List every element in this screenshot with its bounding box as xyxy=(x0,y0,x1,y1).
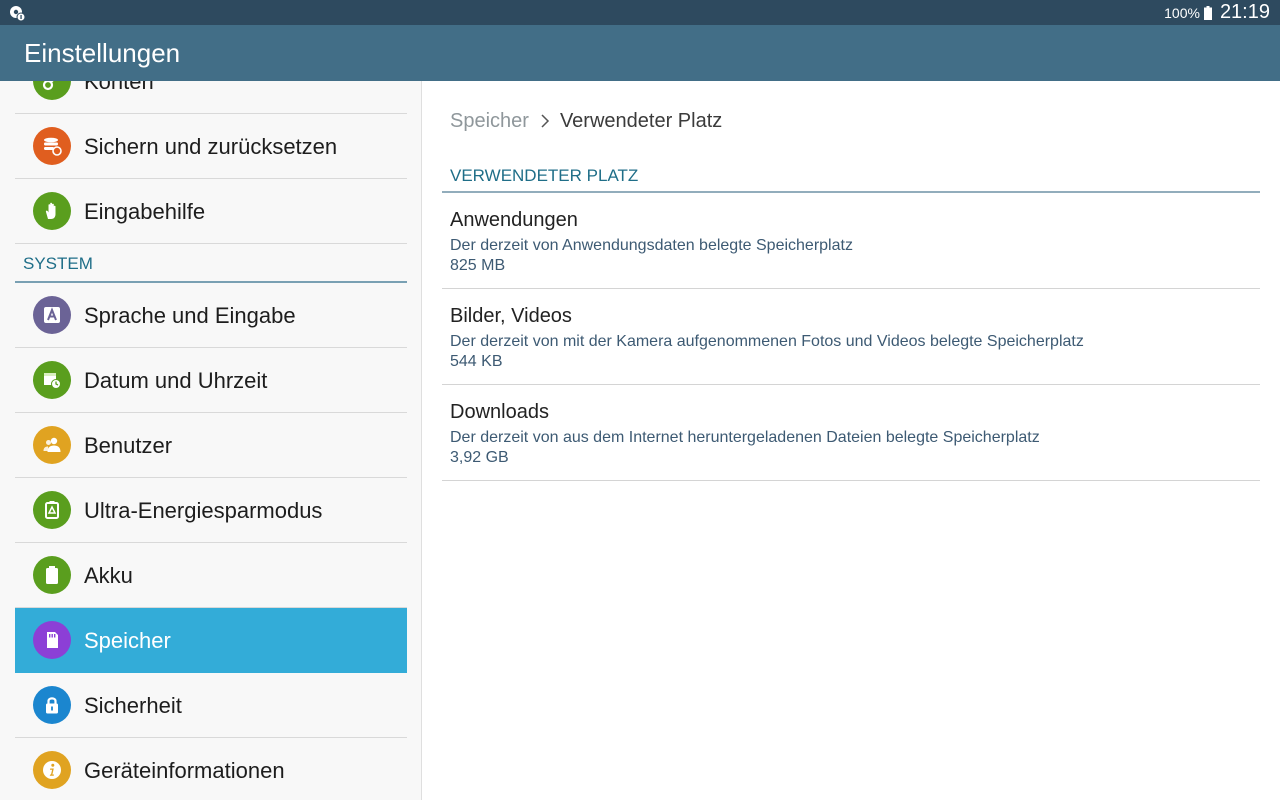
storage-usage-size: 825 MB xyxy=(450,257,506,274)
sidebar-item-label: Sicherheit xyxy=(84,693,182,718)
backup-icon xyxy=(33,127,71,165)
breadcrumb-current: Verwendeter Platz xyxy=(559,109,723,132)
storage-usage-item[interactable]: Downloads Der derzeit von aus dem Interne… xyxy=(442,385,1260,481)
sidebar-item-label: Akku xyxy=(84,563,133,588)
notification-icon xyxy=(10,6,25,21)
sidebar-item-label: Geräteinformationen xyxy=(84,758,285,783)
chevron-right-icon xyxy=(541,114,549,128)
sidebar-section-header: SYSTEM xyxy=(15,244,407,283)
section-header: VERWENDETER PLATZ xyxy=(442,165,1260,193)
calendar-clock-icon xyxy=(33,361,71,399)
storage-usage-size: 3,92 GB xyxy=(450,449,509,466)
sidebar-group-system: Sprache und Eingabe Datum und Uhrzeit Benu… xyxy=(0,283,421,800)
storage-usage-title: Bilder, Videos xyxy=(450,305,572,327)
battery-icon xyxy=(33,556,71,594)
sidebar-item-speicher[interactable]: Speicher xyxy=(15,608,407,673)
sidebar-item-label: Eingabehilfe xyxy=(84,199,206,224)
status-clock: 21:19 xyxy=(1219,1,1270,23)
app-title: Einstellungen xyxy=(24,38,181,68)
sidebar-item-sicherheit[interactable]: Sicherheit xyxy=(15,673,407,738)
sidebar-item-label: Benutzer xyxy=(84,433,173,458)
section-title: VERWENDETER PLATZ xyxy=(450,166,639,185)
storage-usage-item[interactable]: Anwendungen Der derzeit von Anwendungsdat… xyxy=(442,193,1260,289)
storage-usage-description: Der derzeit von Anwendungsdaten belegte … xyxy=(450,237,853,254)
sidebar-group-accounts: Konten Sichern und zurücksetzen Eingabehil… xyxy=(0,81,421,244)
storage-usage-title: Downloads xyxy=(450,401,549,423)
hand-icon xyxy=(33,192,71,230)
storage-usage-item[interactable]: Bilder, Videos Der derzeit von mit der Ka… xyxy=(442,289,1260,385)
sidebar-item-label: Speicher xyxy=(84,628,171,653)
sidebar-list: Konten Sichern und zurücksetzen Eingabehil… xyxy=(0,81,421,800)
sidebar-item-sichern[interactable]: Sichern und zurücksetzen xyxy=(15,114,407,179)
sidebar-item-akku[interactable]: Akku xyxy=(15,543,407,608)
sd-card-icon xyxy=(33,621,71,659)
sidebar-section-title: SYSTEM xyxy=(23,254,93,273)
battery-status-icon xyxy=(1203,5,1212,20)
sidebar-item-datum[interactable]: Datum und Uhrzeit xyxy=(15,348,407,413)
info-icon xyxy=(33,751,71,789)
sidebar-item-ultra-energiesparmodus[interactable]: Ultra-Energiesparmodus xyxy=(15,478,407,543)
key-icon xyxy=(33,81,71,100)
storage-usage-description: Der derzeit von mit der Kamera aufgenomm… xyxy=(450,333,1084,350)
app-bar: Einstellungen xyxy=(0,25,1280,81)
sidebar-item-geraeteinformationen[interactable]: Geräteinformationen xyxy=(15,738,407,800)
users-icon xyxy=(33,426,71,464)
settings-sidebar[interactable]: Konten Sichern und zurücksetzen Eingabehil… xyxy=(0,81,422,800)
eco-battery-icon xyxy=(33,491,71,529)
content-pane: Speicher Verwendeter Platz VERWENDETER P… xyxy=(422,81,1280,800)
sidebar-item-label: Konten xyxy=(84,81,154,94)
language-icon xyxy=(33,296,71,334)
storage-usage-size: 544 KB xyxy=(450,353,503,370)
sidebar-item-label: Datum und Uhrzeit xyxy=(84,368,268,393)
sidebar-item-label: Ultra-Energiesparmodus xyxy=(84,498,323,523)
sidebar-item-konten[interactable]: Konten xyxy=(15,81,407,114)
battery-percentage: 100% xyxy=(1164,4,1200,21)
storage-usage-list: Anwendungen Der derzeit von Anwendungsdat… xyxy=(442,193,1260,481)
sidebar-item-sprache[interactable]: Sprache und Eingabe xyxy=(15,283,407,348)
breadcrumb-parent-link[interactable]: Speicher xyxy=(450,110,529,133)
sidebar-item-benutzer[interactable]: Benutzer xyxy=(15,413,407,478)
sidebar-item-label: Sprache und Eingabe xyxy=(84,303,296,328)
sidebar-item-eingabehilfe[interactable]: Eingabehilfe xyxy=(15,179,407,244)
sidebar-item-label: Sichern und zurücksetzen xyxy=(84,134,338,159)
storage-usage-description: Der derzeit von aus dem Internet herunte… xyxy=(450,429,1040,446)
breadcrumb: Speicher Verwendeter Platz xyxy=(450,109,722,133)
lock-icon xyxy=(33,686,71,724)
status-bar: 100% 21:19 xyxy=(0,0,1280,25)
storage-usage-title: Anwendungen xyxy=(450,209,578,231)
